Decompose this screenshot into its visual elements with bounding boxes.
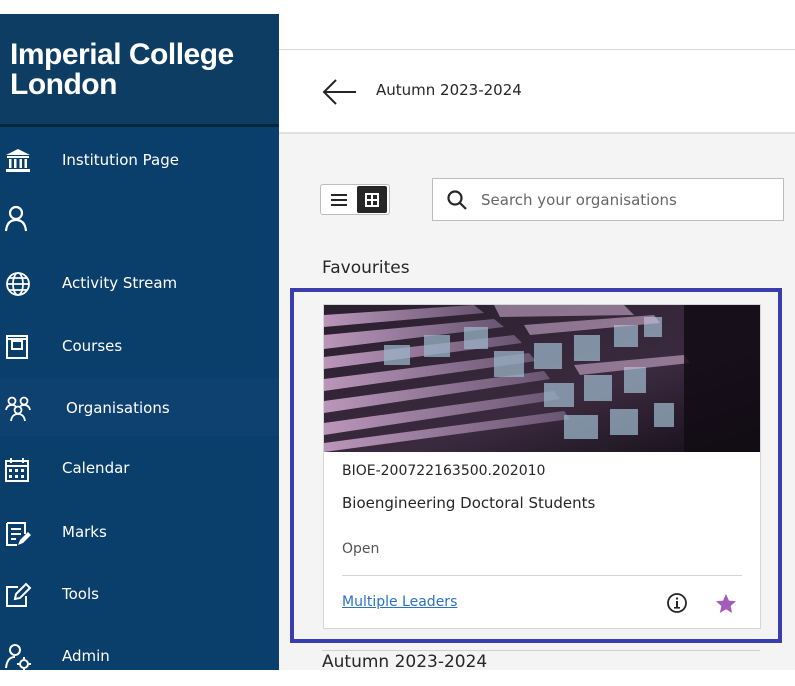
section-divider (322, 650, 760, 651)
favourite-star-icon[interactable] (714, 592, 738, 616)
sidebar-item-label: Admin (62, 647, 110, 665)
sidebar-item-label: Organisations (66, 399, 170, 417)
favourites-heading: Favourites (322, 258, 410, 278)
list-view-button[interactable] (327, 190, 351, 210)
sidebar-item-label: Tools (62, 585, 99, 603)
college-logo[interactable]: Imperial College London (0, 14, 279, 125)
logo-line-2: London (10, 68, 117, 101)
sidebar-item-label: Activity Stream (62, 274, 178, 292)
calendar-icon (0, 452, 36, 488)
sidebar-item-tools[interactable]: Tools (0, 566, 279, 624)
sidebar-item-admin[interactable]: Admin (0, 628, 279, 686)
grid-view-button[interactable] (357, 186, 387, 213)
search-icon (447, 190, 467, 210)
sidebar-item-profile[interactable] (0, 190, 279, 248)
sidebar-item-label: Institution Page (62, 151, 179, 169)
logo-line-1: Imperial College (10, 38, 234, 71)
sidebar-item-activity-stream[interactable]: Activity Stream (0, 255, 279, 313)
institution-icon (0, 143, 36, 179)
building-facade-image (324, 305, 760, 452)
search-input[interactable] (479, 187, 773, 213)
profile-icon (0, 200, 36, 236)
back-arrow-icon[interactable] (320, 76, 360, 108)
sidebar-top-strip (0, 0, 279, 14)
search-box (432, 178, 784, 221)
term-section-heading: Autumn 2023-2024 (322, 652, 488, 672)
logo-text: Imperial College London (10, 40, 234, 100)
organisation-card[interactable]: BIOE-200722163500.202010 Bioengineering … (323, 304, 761, 629)
organisation-code: BIOE-200722163500.202010 (342, 463, 546, 479)
sidebar-item-institution-page[interactable]: Institution Page (0, 132, 279, 190)
globe-icon (0, 266, 36, 302)
info-icon[interactable] (666, 592, 688, 614)
sidebar-item-organisations[interactable]: Organisations (0, 378, 279, 436)
sidebar-item-label: Calendar (62, 459, 130, 477)
marks-icon (0, 516, 36, 552)
grid-icon (365, 192, 379, 207)
organisation-name[interactable]: Bioengineering Doctoral Students (342, 494, 595, 512)
list-icon (331, 194, 347, 206)
logo-divider (0, 124, 279, 127)
courses-icon (0, 329, 36, 365)
organisation-status: Open (342, 541, 380, 557)
multiple-leaders-link[interactable]: Multiple Leaders (342, 594, 457, 610)
sidebar-item-calendar[interactable]: Calendar (0, 440, 279, 498)
card-banner-image (324, 305, 760, 452)
organisations-icon (0, 390, 36, 426)
sidebar-item-label: Courses (62, 337, 123, 355)
sidebar-item-marks[interactable]: Marks (0, 504, 279, 562)
page-title: Autumn 2023-2024 (376, 81, 522, 99)
sidebar-item-courses[interactable]: Courses (0, 318, 279, 376)
view-toggle (320, 184, 390, 215)
sidebar-item-label: Marks (62, 523, 107, 541)
tools-icon (0, 577, 36, 613)
card-divider (342, 575, 742, 576)
